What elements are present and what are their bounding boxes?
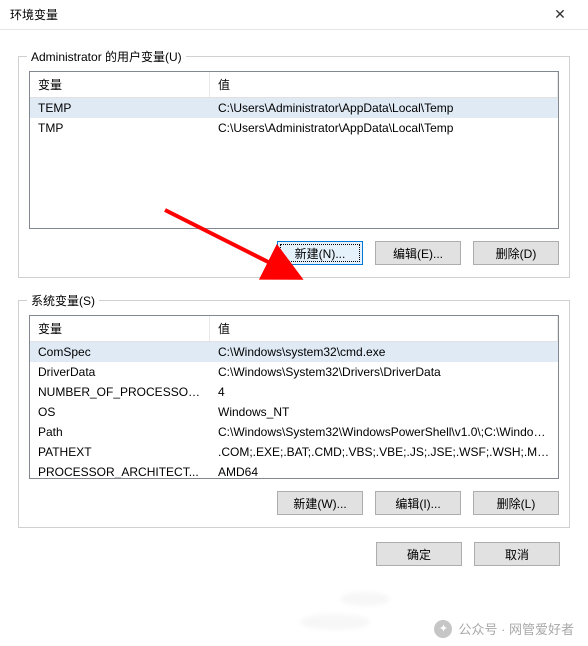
system-variables-label: 系统变量(S) [27,292,99,309]
sys-new-button[interactable]: 新建(W)... [277,491,363,515]
cell-var-name: TMP [30,121,210,135]
cell-var-value: 4 [210,385,558,399]
user-variables-list[interactable]: 变量 值 TEMPC:\Users\Administrator\AppData\… [29,71,559,229]
user-new-button[interactable]: 新建(N)... [277,241,363,265]
table-row[interactable]: PATHEXT.COM;.EXE;.BAT;.CMD;.VBS;.VBE;.JS… [30,442,558,462]
col-header-value[interactable]: 值 [210,72,558,97]
table-row[interactable]: ComSpecC:\Windows\system32\cmd.exe [30,342,558,362]
title-bar: 环境变量 ✕ [0,0,588,30]
cell-var-value: C:\Users\Administrator\AppData\Local\Tem… [210,121,558,135]
cell-var-name: OS [30,405,210,419]
dialog-body: Administrator 的用户变量(U) 变量 值 TEMPC:\Users… [0,30,588,528]
cell-var-value: C:\Users\Administrator\AppData\Local\Tem… [210,101,558,115]
close-icon: ✕ [554,6,566,23]
col-header-name[interactable]: 变量 [30,72,210,97]
cell-var-value: C:\Windows\system32\cmd.exe [210,345,558,359]
user-delete-button[interactable]: 删除(D) [473,241,559,265]
sys-edit-button[interactable]: 编辑(I)... [375,491,461,515]
watermark-label: 公众号 · 网管爱好者 [458,619,574,638]
system-variables-list[interactable]: 变量 值 ComSpecC:\Windows\system32\cmd.exeD… [29,315,559,479]
table-row[interactable]: DriverDataC:\Windows\System32\Drivers\Dr… [30,362,558,382]
cell-var-value: AMD64 [210,465,558,479]
cell-var-name: Path [30,425,210,439]
cell-var-name: DriverData [30,365,210,379]
close-button[interactable]: ✕ [540,1,580,29]
table-row[interactable]: NUMBER_OF_PROCESSORS4 [30,382,558,402]
table-row[interactable]: TEMPC:\Users\Administrator\AppData\Local… [30,98,558,118]
cell-var-value: C:\Windows\System32\Drivers\DriverData [210,365,558,379]
decorative-smudge [340,592,390,606]
cell-var-name: NUMBER_OF_PROCESSORS [30,385,210,399]
system-variables-group: 系统变量(S) 变量 值 ComSpecC:\Windows\system32\… [18,300,570,528]
wechat-icon: ✦ [434,620,452,638]
col-header-value[interactable]: 值 [210,316,558,341]
list-header: 变量 值 [30,316,558,342]
cancel-button[interactable]: 取消 [474,542,560,566]
sys-vars-buttons: 新建(W)... 编辑(I)... 删除(L) [29,491,559,515]
table-row[interactable]: PathC:\Windows\System32\WindowsPowerShel… [30,422,558,442]
user-variables-group: Administrator 的用户变量(U) 变量 值 TEMPC:\Users… [18,56,570,278]
table-row[interactable]: PROCESSOR_ARCHITECT...AMD64 [30,462,558,479]
window-title: 环境变量 [10,6,58,23]
cell-var-name: ComSpec [30,345,210,359]
user-edit-button[interactable]: 编辑(E)... [375,241,461,265]
watermark: ✦ 公众号 · 网管爱好者 [434,619,574,638]
sys-delete-button[interactable]: 删除(L) [473,491,559,515]
cell-var-value: .COM;.EXE;.BAT;.CMD;.VBS;.VBE;.JS;.JSE;.… [210,445,558,459]
col-header-name[interactable]: 变量 [30,316,210,341]
table-row[interactable]: OSWindows_NT [30,402,558,422]
table-row[interactable]: TMPC:\Users\Administrator\AppData\Local\… [30,118,558,138]
dialog-buttons: 确定 取消 [0,528,588,566]
decorative-smudge [300,614,370,630]
cell-var-value: Windows_NT [210,405,558,419]
cell-var-name: PATHEXT [30,445,210,459]
list-header: 变量 值 [30,72,558,98]
user-variables-label: Administrator 的用户变量(U) [27,48,186,65]
cell-var-value: C:\Windows\System32\WindowsPowerShell\v1… [210,425,558,439]
cell-var-name: PROCESSOR_ARCHITECT... [30,465,210,479]
cell-var-name: TEMP [30,101,210,115]
user-vars-buttons: 新建(N)... 编辑(E)... 删除(D) [29,241,559,265]
ok-button[interactable]: 确定 [376,542,462,566]
